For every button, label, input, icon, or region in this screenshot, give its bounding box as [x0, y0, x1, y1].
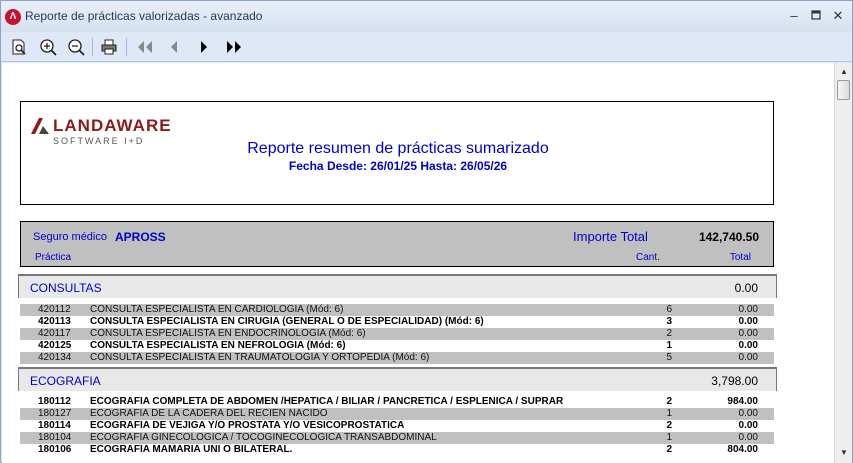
- practice-quantity: 2: [666, 396, 672, 407]
- vertical-scrollbar[interactable]: ▲ ▼: [834, 63, 852, 463]
- section-name: CONSULTAS: [30, 281, 102, 295]
- insurer-name: APROSS: [115, 230, 166, 244]
- table-row: 420134 CONSULTA ESPECIALISTA EN TRAUMATO…: [20, 352, 774, 364]
- next-page-icon[interactable]: [193, 37, 215, 57]
- insurer-summary: Seguro médico APROSS Importe Total 142,7…: [20, 221, 774, 267]
- report-title: Reporte resumen de prácticas sumarizado: [247, 140, 549, 157]
- column-header-practice: Práctica: [35, 252, 72, 263]
- practice-total: 804.00: [727, 444, 758, 455]
- report-window: Λ Reporte de prácticas valorizadas - ava…: [0, 0, 853, 463]
- practice-total: 0.00: [738, 340, 758, 351]
- report-date-range: Fecha Desde: 26/01/25 Hasta: 26/05/26: [288, 159, 508, 173]
- practice-description: CONSULTA ESPECIALISTA EN NEFROLOGIA (Mód…: [90, 340, 346, 351]
- practice-quantity: 1: [666, 432, 672, 443]
- practice-code: 180127: [38, 408, 72, 419]
- maximize-icon[interactable]: [806, 7, 826, 25]
- practice-description: ECOGRAFIA GINECOLOGICA / TOCOGINECOLOGIC…: [90, 432, 437, 443]
- toolbar-separator: [92, 38, 93, 56]
- table-row: 420113 CONSULTA ESPECIALISTA EN CIRUGIA …: [20, 316, 774, 328]
- practice-quantity: 2: [666, 420, 672, 431]
- section-header: ECOGRAFIA 3,798.00: [18, 367, 777, 391]
- app-logo-icon: Λ: [5, 9, 21, 25]
- practice-code: 180114: [38, 420, 71, 431]
- practice-description: ECOGRAFIA DE VEJIGA Y/O PROSTATA Y/O VES…: [90, 420, 405, 431]
- zoom-in-icon[interactable]: [37, 37, 59, 57]
- printer-icon[interactable]: [98, 37, 120, 57]
- practice-code: 420117: [38, 328, 71, 339]
- zoom-out-icon[interactable]: [65, 37, 87, 57]
- table-row: 180127 ECOGRAFIA DE LA CADERA DEL RECIEN…: [20, 408, 774, 420]
- report-header: LANDAWARE SOFTWARE I+D Reporte resumen d…: [20, 101, 774, 205]
- practice-code: 180106: [38, 444, 72, 455]
- table-row: 180106 ECOGRAFIA MAMARIA UNI O BILATERAL…: [20, 444, 774, 456]
- scrollbar-thumb[interactable]: [837, 80, 850, 100]
- practice-description: ECOGRAFIA COMPLETA DE ABDOMEN /HEPATICA …: [90, 396, 564, 407]
- toolbar: [1, 32, 852, 62]
- previous-page-icon[interactable]: [163, 37, 185, 57]
- practice-total: 0.00: [738, 408, 758, 419]
- minimize-icon[interactable]: –: [784, 7, 804, 25]
- practice-quantity: 2: [666, 444, 672, 455]
- section-header: CONSULTAS 0.00: [18, 274, 777, 298]
- table-row: 180112 ECOGRAFIA COMPLETA DE ABDOMEN /HE…: [20, 396, 774, 408]
- last-page-icon[interactable]: [223, 37, 245, 57]
- practice-total: 0.00: [738, 316, 758, 327]
- window-title: Reporte de prácticas valorizadas - avanz…: [25, 9, 263, 23]
- print-preview-icon[interactable]: [8, 37, 30, 57]
- practice-description: CONSULTA ESPECIALISTA EN TRAUMATOLOGIA Y…: [90, 352, 430, 363]
- column-header-total: Total: [729, 252, 751, 263]
- toolbar-separator: [126, 38, 127, 56]
- practice-total: 984.00: [727, 396, 758, 407]
- practice-code: 420134: [38, 352, 72, 363]
- practice-quantity: 1: [666, 408, 672, 419]
- scroll-up-icon[interactable]: ▲: [839, 67, 849, 77]
- table-row: 420117 CONSULTA ESPECIALISTA EN ENDOCRIN…: [20, 328, 774, 340]
- practice-total: 0.00: [738, 304, 758, 315]
- practice-quantity: 5: [666, 352, 672, 363]
- practice-quantity: 1: [666, 340, 672, 351]
- practice-total: 0.00: [738, 352, 758, 363]
- total-amount-value: 142,740.50: [698, 230, 759, 244]
- total-amount-label: Importe Total: [573, 229, 648, 244]
- section-name: ECOGRAFIA: [30, 374, 101, 388]
- practice-total: 0.00: [738, 432, 758, 443]
- title-bar: Λ Reporte de prácticas valorizadas - ava…: [1, 1, 852, 32]
- close-icon[interactable]: ✕: [828, 7, 848, 25]
- practice-code: 420113: [38, 316, 71, 327]
- table-row: 420112 CONSULTA ESPECIALISTA EN CARDIOLO…: [20, 304, 774, 316]
- practice-description: CONSULTA ESPECIALISTA EN CARDIOLOGIA (Mó…: [90, 304, 344, 315]
- table-row: 180114 ECOGRAFIA DE VEJIGA Y/O PROSTATA …: [20, 420, 774, 432]
- practice-description: CONSULTA ESPECIALISTA EN ENDOCRINOLOGIA …: [90, 328, 366, 339]
- practice-description: ECOGRAFIA MAMARIA UNI O BILATERAL.: [90, 444, 293, 455]
- practice-quantity: 6: [666, 304, 672, 315]
- section-total: 0.00: [734, 281, 758, 295]
- column-header-qty: Cant.: [636, 252, 660, 263]
- practice-total: 0.00: [738, 328, 758, 339]
- scroll-down-icon[interactable]: ▼: [839, 448, 849, 458]
- practice-code: 180104: [38, 432, 72, 443]
- practice-code: 180112: [38, 396, 71, 407]
- first-page-icon[interactable]: [134, 37, 156, 57]
- practice-quantity: 3: [666, 316, 672, 327]
- practice-description: CONSULTA ESPECIALISTA EN CIRUGIA (GENERA…: [90, 316, 484, 327]
- table-row: 180104 ECOGRAFIA GINECOLOGICA / TOCOGINE…: [20, 432, 774, 444]
- practice-code: 420125: [38, 340, 72, 351]
- section-total: 3,798.00: [711, 374, 758, 388]
- insurer-label: Seguro médico: [33, 231, 107, 243]
- practice-code: 420112: [38, 304, 71, 315]
- practice-description: ECOGRAFIA DE LA CADERA DEL RECIEN NACIDO: [90, 408, 328, 419]
- practice-total: 0.00: [738, 420, 758, 431]
- report-viewport: LANDAWARE SOFTWARE I+D Reporte resumen d…: [2, 63, 834, 463]
- table-row: 420125 CONSULTA ESPECIALISTA EN NEFROLOG…: [20, 340, 774, 352]
- practice-quantity: 2: [666, 328, 672, 339]
